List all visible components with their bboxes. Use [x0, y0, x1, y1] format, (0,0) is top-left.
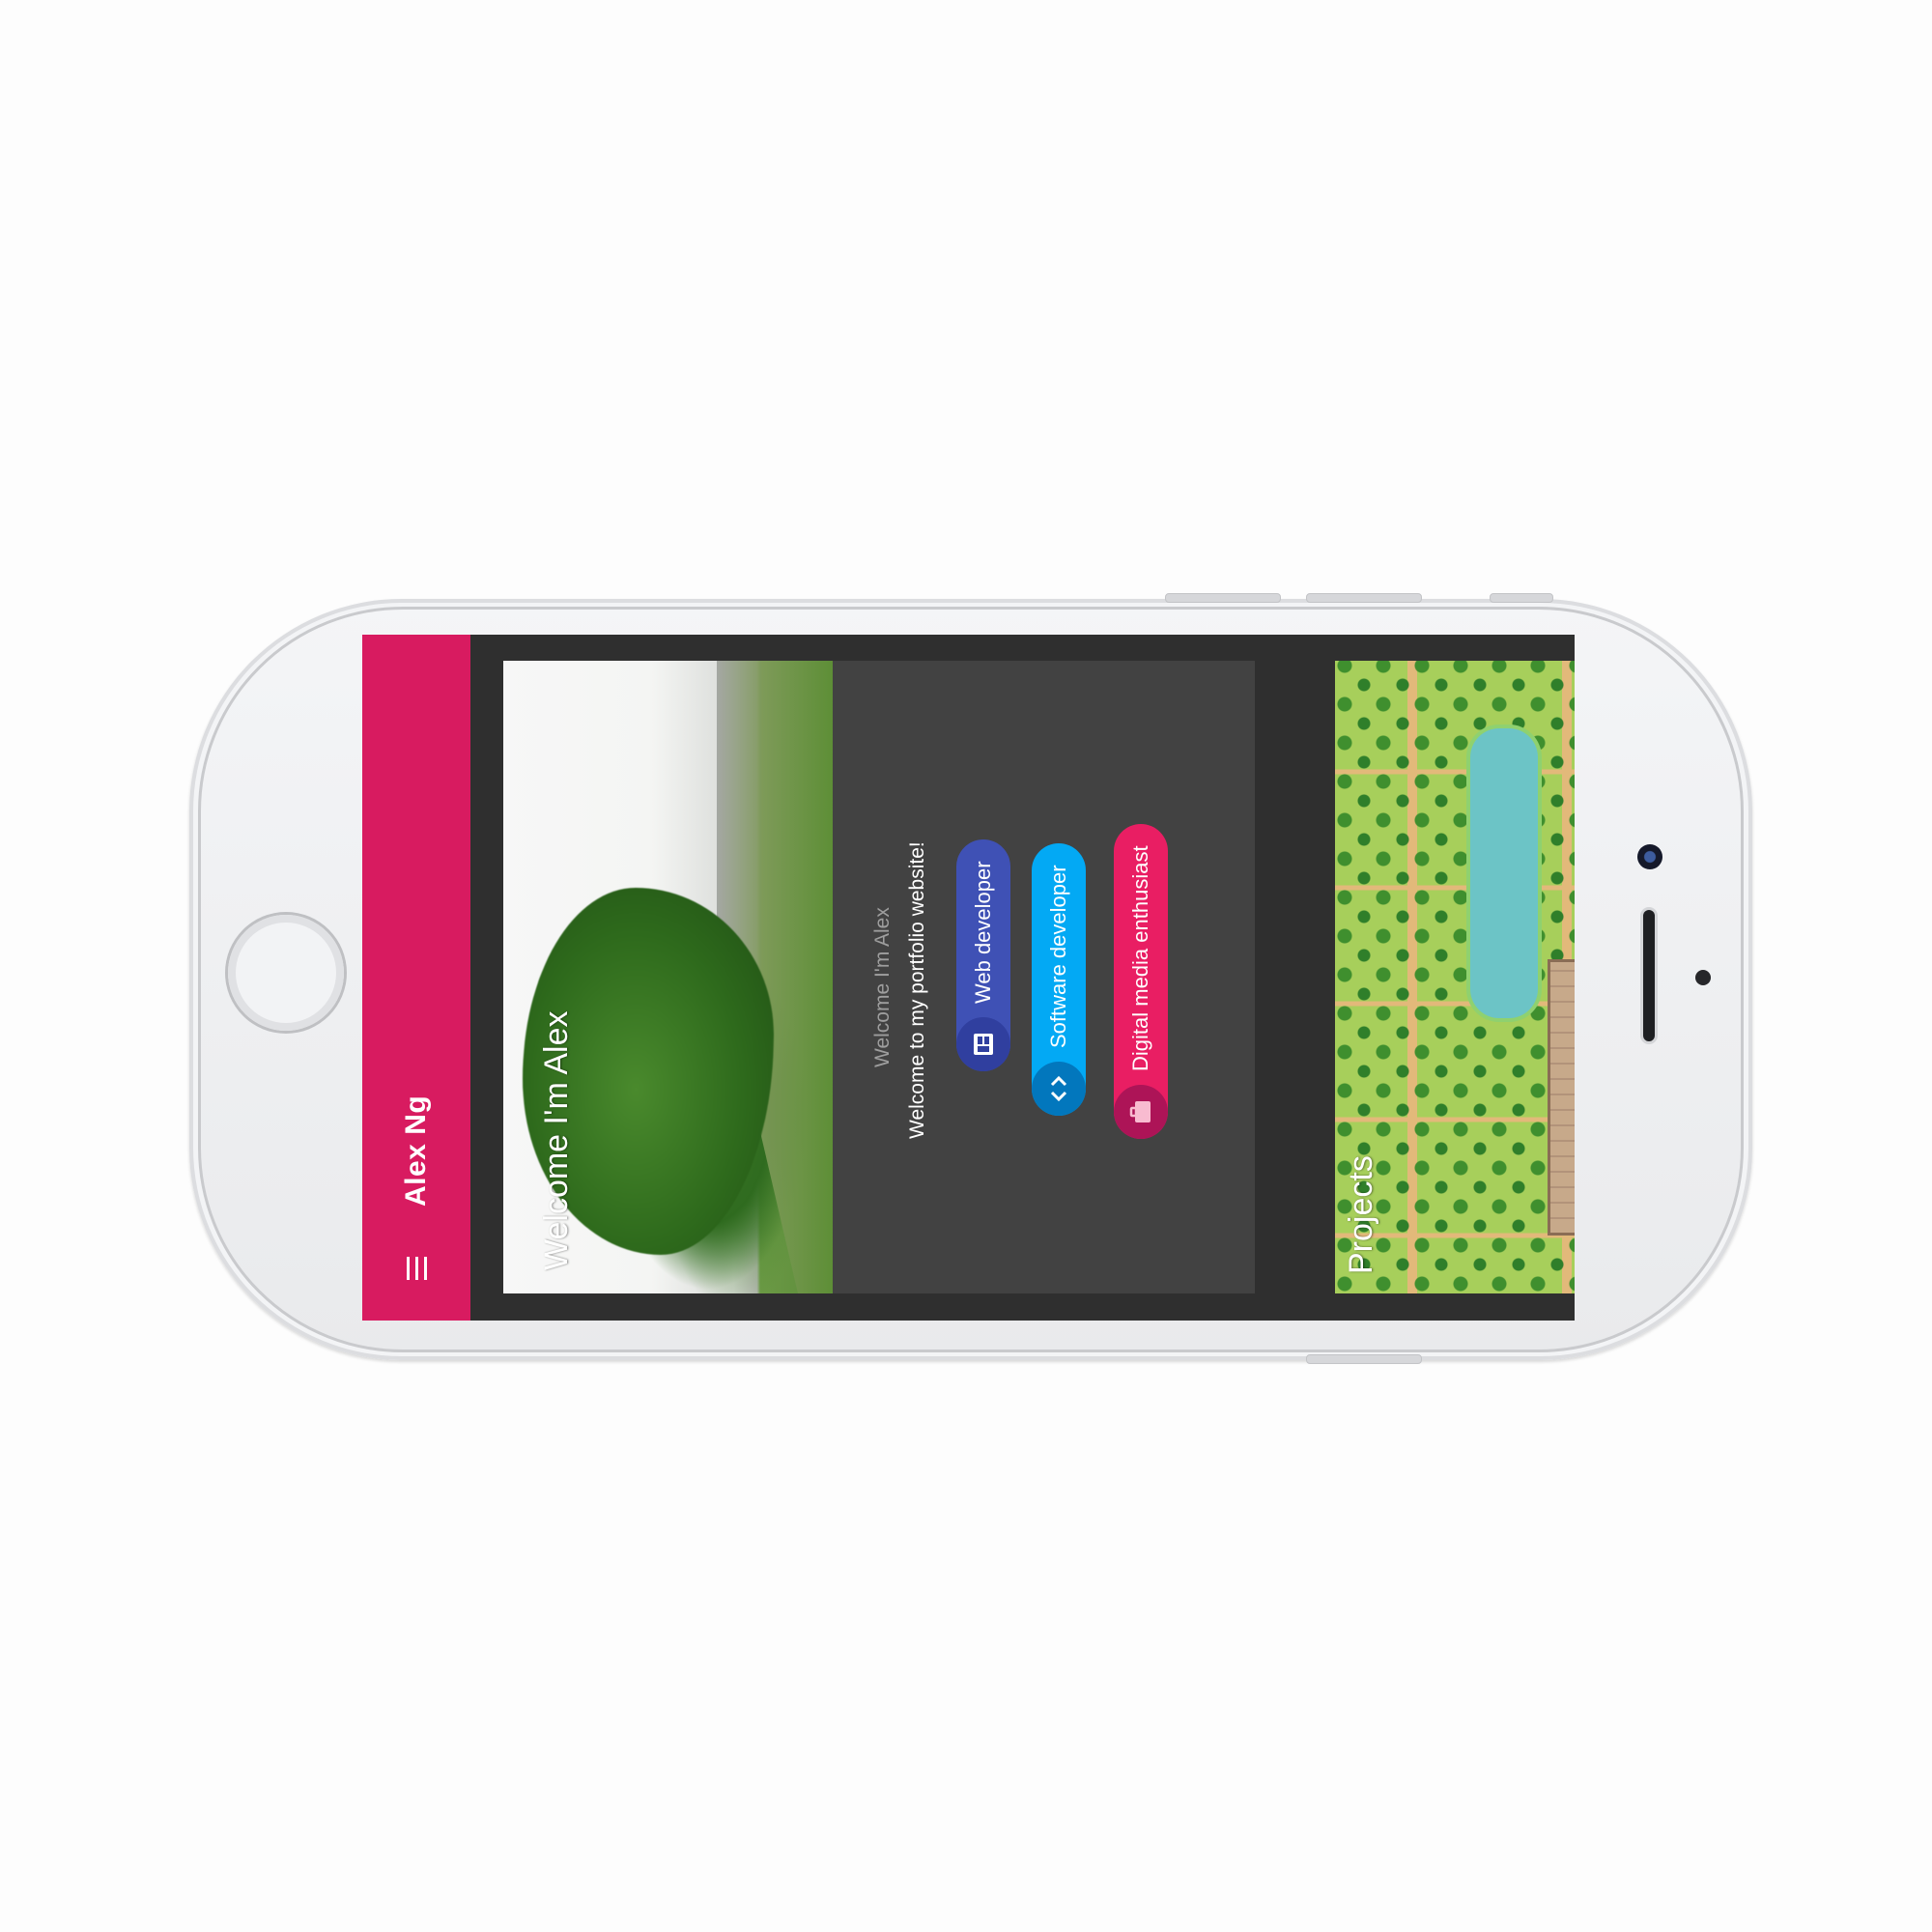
web-icon — [956, 1017, 1010, 1071]
map-pond — [1470, 728, 1538, 1018]
about-card: Welcome I'm Alex Welcome to my portfolio… — [833, 661, 1255, 1293]
about-subtitle: Welcome to my portfolio website! — [906, 841, 928, 1139]
about-title: Welcome I'm Alex — [871, 907, 894, 1067]
projects-title: Projects — [1343, 1155, 1379, 1274]
chip-web-developer[interactable]: Web developer — [956, 839, 1010, 1071]
chip-digital-media[interactable]: Digital media enthusiast — [1114, 824, 1168, 1139]
power-button — [1306, 1354, 1422, 1364]
device-mockup: Alex Ng Welcome I'm Alex Welcome I'm Ale… — [0, 0, 1932, 1932]
earpiece-speaker — [1643, 910, 1655, 1041]
volume-down-button — [1306, 593, 1422, 603]
chip-label: Digital media enthusiast — [1128, 845, 1152, 1071]
proximity-sensor — [1695, 970, 1711, 985]
map-building — [1548, 959, 1575, 1236]
hero-card: Welcome I'm Alex — [503, 661, 833, 1293]
app-bar: Alex Ng — [362, 635, 470, 1321]
chip-label: Software developer — [1046, 865, 1070, 1048]
projects-card[interactable]: Projects — [1335, 661, 1575, 1293]
mute-switch — [1490, 593, 1553, 603]
chip-label: Web developer — [971, 861, 995, 1004]
code-icon — [1032, 1062, 1086, 1116]
home-button[interactable] — [228, 915, 344, 1031]
app-title: Alex Ng — [400, 1094, 432, 1207]
chip-software-developer[interactable]: Software developer — [1032, 843, 1086, 1116]
front-camera — [1637, 844, 1662, 869]
briefcase-icon — [1114, 1085, 1168, 1139]
portfolio-app: Alex Ng Welcome I'm Alex Welcome I'm Ale… — [362, 635, 1575, 1321]
hero-title: Welcome I'm Alex — [538, 1010, 575, 1271]
menu-icon[interactable] — [387, 1239, 445, 1297]
phone-screen: Alex Ng Welcome I'm Alex Welcome I'm Ale… — [362, 635, 1575, 1321]
volume-up-button — [1165, 593, 1281, 603]
